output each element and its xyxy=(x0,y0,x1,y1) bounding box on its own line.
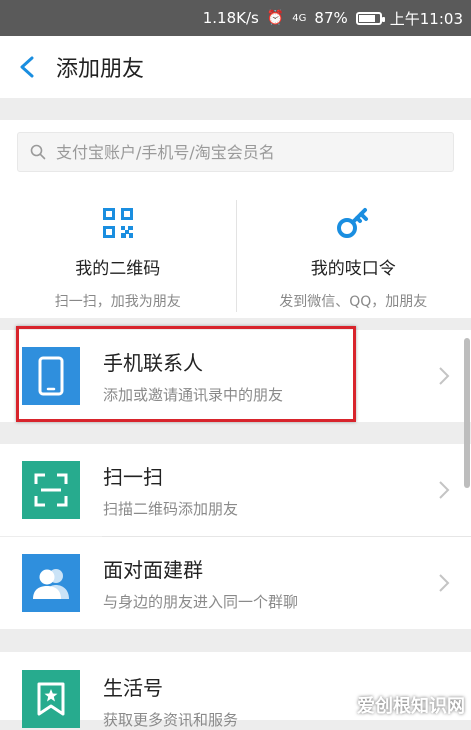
scrollbar[interactable] xyxy=(464,338,470,488)
battery-icon xyxy=(356,12,382,25)
quick-action-subtitle: 发到微信、QQ，加朋友 xyxy=(279,291,427,311)
list-item-face-to-face-group[interactable]: 面对面建群 与身边的朋友进入同一个群聊 xyxy=(0,537,471,629)
bookmark-star-icon xyxy=(36,681,66,717)
scan-icon xyxy=(34,473,68,507)
item-subtitle: 扫描二维码添加朋友 xyxy=(103,498,437,519)
quick-actions: 我的二维码 扫一扫，加我为朋友 我的吱口令 发到微信、QQ，加朋友 xyxy=(0,194,471,318)
clock: 上午11:03 xyxy=(390,8,463,29)
item-icon-bg xyxy=(22,554,80,612)
list-item-phone-contacts[interactable]: 手机联系人 添加或邀请通讯录中的朋友 xyxy=(0,330,471,422)
search-box[interactable] xyxy=(17,132,454,172)
search-icon xyxy=(30,144,46,160)
key-icon xyxy=(336,206,370,240)
my-code-word-button[interactable]: 我的吱口令 发到微信、QQ，加朋友 xyxy=(236,194,471,318)
search-input[interactable] xyxy=(54,142,438,163)
signal-icon: 4G xyxy=(292,13,306,24)
alarm-icon: ⏰ xyxy=(267,10,284,26)
battery-percent: 87% xyxy=(314,9,347,27)
my-qrcode-button[interactable]: 我的二维码 扫一扫，加我为朋友 xyxy=(0,194,236,318)
item-icon-bg xyxy=(22,347,80,405)
nav-bar: 添加朋友 xyxy=(0,36,471,98)
page-title: 添加朋友 xyxy=(56,51,144,83)
item-subtitle: 添加或邀请通讯录中的朋友 xyxy=(103,384,437,405)
chevron-right-icon xyxy=(437,365,451,387)
chevron-right-icon xyxy=(437,479,451,501)
chevron-right-icon xyxy=(437,572,451,594)
quick-action-title: 我的吱口令 xyxy=(311,254,396,279)
item-subtitle: 与身边的朋友进入同一个群聊 xyxy=(103,591,437,612)
item-icon-bg xyxy=(22,461,80,519)
list-item-scan[interactable]: 扫一扫 扫描二维码添加朋友 xyxy=(0,444,471,536)
group-people-icon xyxy=(31,565,71,601)
quick-action-subtitle: 扫一扫，加我为朋友 xyxy=(55,291,181,311)
chevron-left-icon xyxy=(17,56,39,78)
item-title: 手机联系人 xyxy=(103,347,437,376)
net-speed: 1.18K/s xyxy=(203,9,259,27)
phone-icon xyxy=(38,356,64,396)
item-title: 面对面建群 xyxy=(103,554,437,583)
back-button[interactable] xyxy=(0,36,56,98)
status-bar: 1.18K/s ⏰ 4G 87% 上午11:03 xyxy=(0,0,471,36)
search-section xyxy=(0,120,471,194)
item-title: 扫一扫 xyxy=(103,461,437,490)
qrcode-icon xyxy=(102,207,134,239)
item-icon-bg xyxy=(22,670,80,728)
watermark: 爱创根知识网 xyxy=(357,692,465,718)
quick-action-title: 我的二维码 xyxy=(75,254,160,279)
